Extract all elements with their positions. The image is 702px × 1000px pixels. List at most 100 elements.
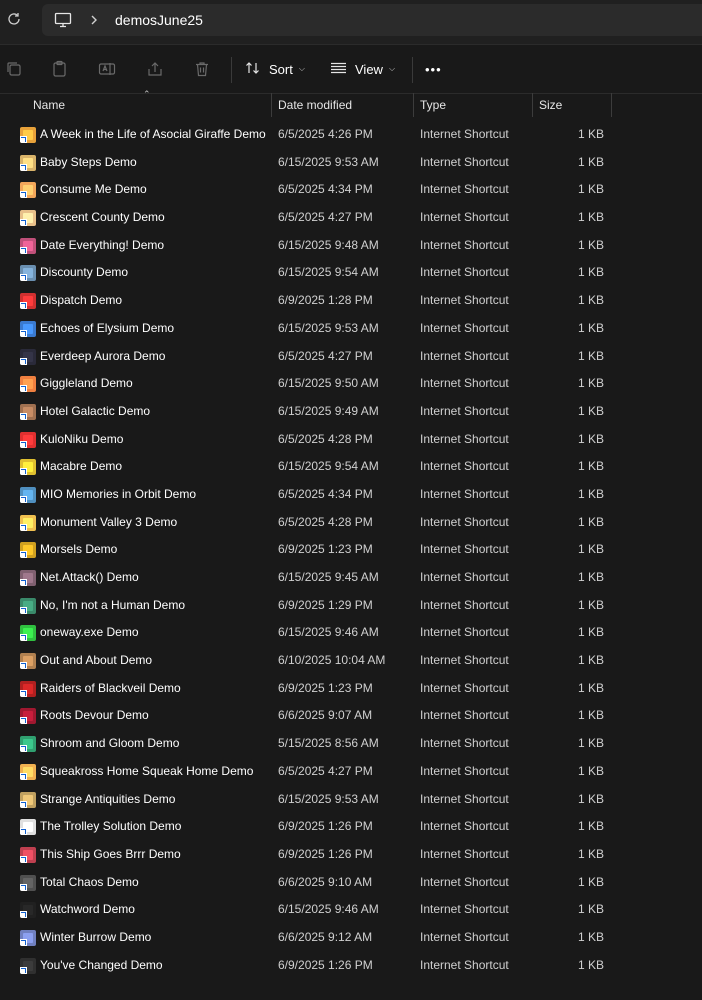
- column-header-type[interactable]: Type: [420, 93, 446, 117]
- file-type: Internet Shortcut: [420, 320, 509, 335]
- file-row[interactable]: Discounty Demo 6/15/2025 9:54 AM Internet …: [0, 259, 702, 287]
- sort-button[interactable]: Sort ⌵: [245, 54, 305, 84]
- file-size: 1 KB: [577, 182, 604, 197]
- file-date-modified: 6/15/2025 9:50 AM: [278, 376, 379, 391]
- file-size: 1 KB: [577, 210, 604, 225]
- file-name: Winter Burrow Demo: [40, 929, 152, 944]
- file-row[interactable]: Shroom and Gloom Demo 5/15/2025 8:56 AM In…: [0, 730, 702, 758]
- delete-icon[interactable]: [193, 60, 211, 78]
- this-pc-icon[interactable]: [54, 12, 72, 28]
- file-row[interactable]: Macabre Demo 6/15/2025 9:54 AM Internet Sh…: [0, 453, 702, 481]
- file-date-modified: 6/9/2025 1:23 PM: [278, 680, 373, 695]
- file-row[interactable]: This Ship Goes Brrr Demo 6/9/2025 1:26 PM…: [0, 841, 702, 869]
- file-type: Internet Shortcut: [420, 542, 509, 557]
- file-row[interactable]: No, I'm not a Human Demo 6/9/2025 1:29 PM…: [0, 592, 702, 620]
- file-row[interactable]: A Week in the Life of Asocial Giraffe De…: [0, 121, 702, 149]
- file-row[interactable]: Echoes of Elysium Demo 6/15/2025 9:53 AM I…: [0, 315, 702, 343]
- column-divider[interactable]: [611, 93, 612, 117]
- file-row[interactable]: The Trolley Solution Demo 6/9/2025 1:26 P…: [0, 813, 702, 841]
- file-row[interactable]: Watchword Demo 6/15/2025 9:46 AM Internet …: [0, 896, 702, 924]
- file-size: 1 KB: [577, 791, 604, 806]
- file-type: Internet Shortcut: [420, 846, 509, 861]
- sort-icon: [245, 60, 261, 79]
- file-name: A Week in the Life of Asocial Giraffe De…: [40, 127, 266, 141]
- file-row[interactable]: Winter Burrow Demo 6/6/2025 9:12 AM Intern…: [0, 924, 702, 952]
- file-date-modified: 6/9/2025 1:29 PM: [278, 597, 373, 612]
- rename-icon[interactable]: [98, 60, 116, 78]
- file-row[interactable]: Monument Valley 3 Demo 6/5/2025 4:28 PM In…: [0, 509, 702, 537]
- file-row[interactable]: Net.Attack() Demo 6/15/2025 9:45 AM Intern…: [0, 564, 702, 592]
- file-name: Macabre Demo: [40, 459, 123, 474]
- paste-icon[interactable]: [51, 60, 69, 78]
- file-name: No, I'm not a Human Demo: [40, 597, 186, 612]
- file-size: 1 KB: [577, 597, 604, 612]
- file-type: Internet Shortcut: [420, 680, 509, 695]
- column-header-size[interactable]: Size: [539, 93, 562, 117]
- address-bar[interactable]: demosJune25: [42, 4, 702, 36]
- file-row[interactable]: MIO Memories in Orbit Demo 6/5/2025 4:34 …: [0, 481, 702, 509]
- file-date-modified: 6/5/2025 4:27 PM: [278, 348, 373, 363]
- file-name: Dispatch Demo: [40, 293, 123, 308]
- file-row[interactable]: Giggleland Demo 6/15/2025 9:50 AM Internet…: [0, 370, 702, 398]
- copy-icon[interactable]: [5, 60, 23, 78]
- file-row[interactable]: Squeakross Home Squeak Home Demo 6/5/2025…: [0, 758, 702, 786]
- file-type: Internet Shortcut: [420, 514, 509, 529]
- internet-shortcut-icon: [20, 597, 36, 614]
- file-type: Internet Shortcut: [420, 597, 509, 612]
- file-date-modified: 6/15/2025 9:45 AM: [278, 570, 379, 584]
- internet-shortcut-icon: [20, 542, 36, 559]
- file-row[interactable]: KuloNiku Demo 6/5/2025 4:28 PM Internet Sh…: [0, 426, 702, 454]
- file-row[interactable]: Roots Devour Demo 6/6/2025 9:07 AM Interne…: [0, 702, 702, 730]
- file-date-modified: 5/15/2025 8:56 AM: [278, 736, 379, 751]
- file-row[interactable]: Consume Me Demo 6/5/2025 4:34 PM Internet …: [0, 176, 702, 204]
- chevron-down-icon: ⌵: [298, 64, 305, 73]
- view-button[interactable]: View ⌵: [330, 54, 395, 84]
- file-type: Internet Shortcut: [420, 625, 509, 640]
- file-row[interactable]: Morsels Demo 6/9/2025 1:23 PM Internet Sho…: [0, 536, 702, 564]
- file-row[interactable]: Dispatch Demo 6/9/2025 1:28 PM Internet Sh…: [0, 287, 702, 315]
- file-name: Giggleland Demo: [40, 376, 133, 391]
- column-divider[interactable]: [271, 93, 272, 117]
- chevron-right-icon[interactable]: [88, 13, 100, 27]
- file-type: Internet Shortcut: [420, 874, 509, 889]
- file-date-modified: 6/9/2025 1:23 PM: [278, 542, 373, 557]
- share-icon[interactable]: [146, 60, 164, 78]
- file-row[interactable]: You've Changed Demo 6/9/2025 1:26 PM Inter…: [0, 952, 702, 980]
- file-type: Internet Shortcut: [420, 957, 509, 972]
- file-size: 1 KB: [577, 570, 604, 584]
- column-header-date[interactable]: Date modified: [278, 93, 352, 117]
- internet-shortcut-icon: [20, 791, 36, 808]
- file-size: 1 KB: [577, 957, 604, 972]
- file-row[interactable]: Out and About Demo 6/10/2025 10:04 AM Inte…: [0, 647, 702, 675]
- file-row[interactable]: Everdeep Aurora Demo 6/5/2025 4:27 PM Inte…: [0, 343, 702, 371]
- file-name: Total Chaos Demo: [40, 874, 139, 889]
- file-row[interactable]: Date Everything! Demo 6/15/2025 9:48 AM In…: [0, 232, 702, 260]
- file-row[interactable]: Crescent County Demo 6/5/2025 4:27 PM Inte…: [0, 204, 702, 232]
- internet-shortcut-icon: [20, 403, 36, 420]
- file-date-modified: 6/15/2025 9:54 AM: [278, 459, 379, 474]
- file-row[interactable]: Raiders of Blackveil Demo 6/9/2025 1:23 P…: [0, 675, 702, 703]
- file-row[interactable]: Total Chaos Demo 6/6/2025 9:10 AM Internet…: [0, 869, 702, 897]
- internet-shortcut-icon: [20, 265, 36, 282]
- file-name: Watchword Demo: [40, 902, 135, 917]
- file-row[interactable]: Strange Antiquities Demo 6/15/2025 9:53 A…: [0, 786, 702, 814]
- file-row[interactable]: Baby Steps Demo 6/15/2025 9:53 AM Internet…: [0, 149, 702, 177]
- refresh-icon[interactable]: [6, 11, 22, 27]
- internet-shortcut-icon: [20, 570, 36, 586]
- column-divider[interactable]: [413, 93, 414, 117]
- file-date-modified: 6/15/2025 9:53 AM: [278, 320, 379, 335]
- file-row[interactable]: oneway.exe Demo 6/15/2025 9:46 AM Internet…: [0, 619, 702, 647]
- breadcrumb-folder[interactable]: demosJune25: [115, 12, 203, 28]
- column-header-name[interactable]: Name: [33, 93, 65, 117]
- file-date-modified: 6/10/2025 10:04 AM: [278, 653, 386, 668]
- file-name: Baby Steps Demo: [40, 154, 137, 169]
- column-divider[interactable]: [532, 93, 533, 117]
- file-row[interactable]: Hotel Galactic Demo 6/15/2025 9:49 AM Inte…: [0, 398, 702, 426]
- sort-ascending-icon: ⌃: [143, 89, 151, 99]
- more-options-button[interactable]: •••: [425, 54, 442, 84]
- file-size: 1 KB: [577, 431, 604, 446]
- file-date-modified: 6/15/2025 9:53 AM: [278, 154, 379, 169]
- file-name: Out and About Demo: [40, 653, 153, 668]
- internet-shortcut-icon: [20, 210, 36, 227]
- file-name: KuloNiku Demo: [40, 431, 124, 446]
